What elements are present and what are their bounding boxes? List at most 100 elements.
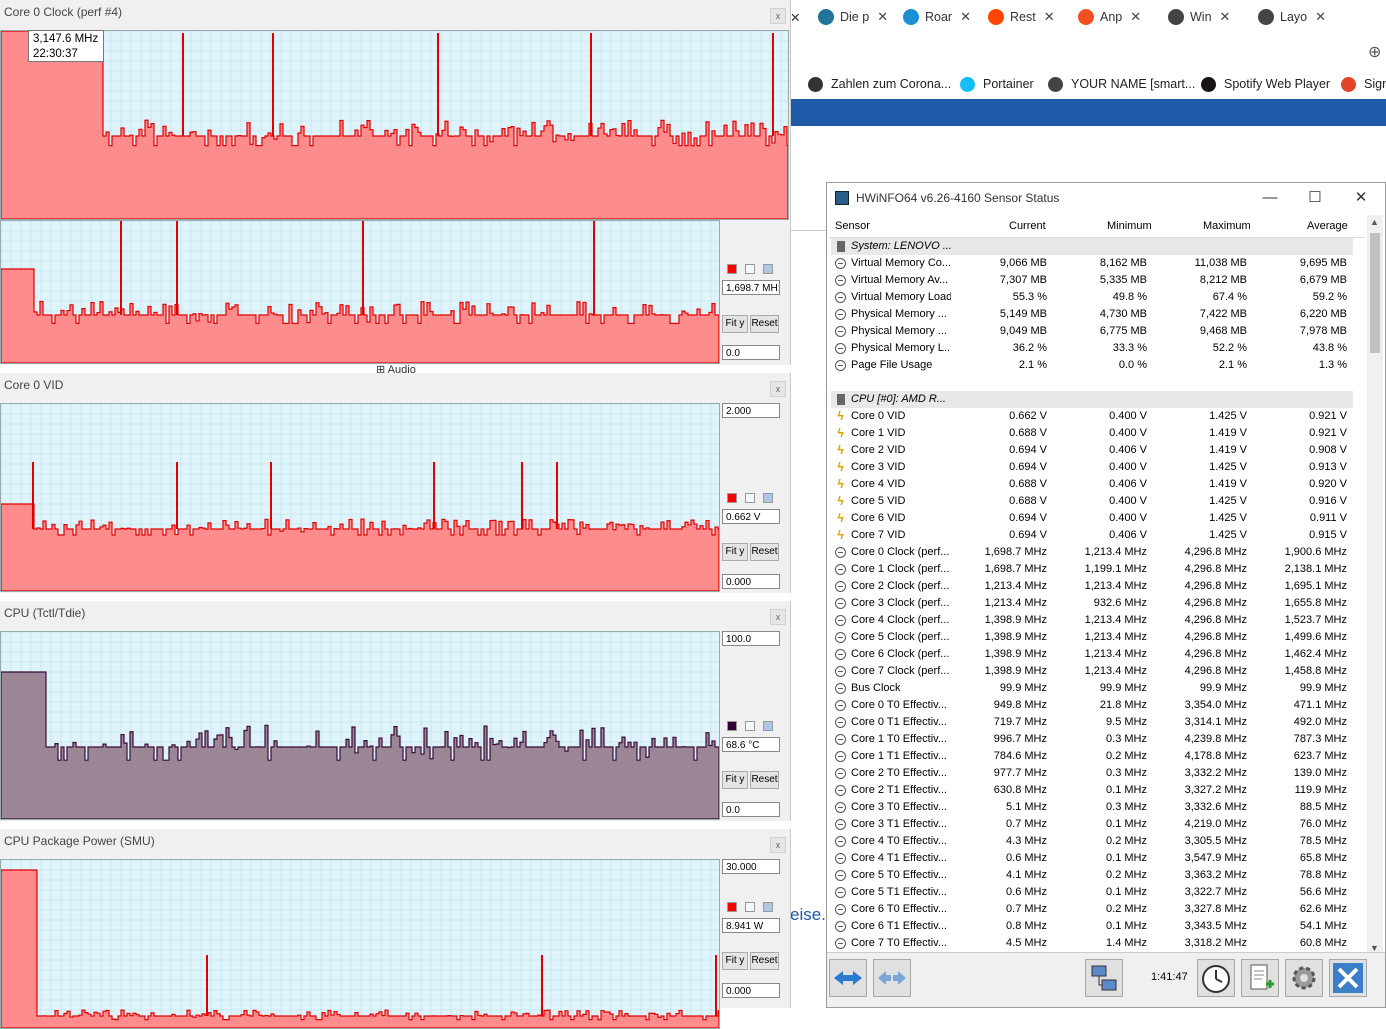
maximize-icon[interactable]: ☐ [1304, 187, 1326, 209]
fit-y-button[interactable]: Fit y [722, 771, 748, 789]
sensor-row[interactable]: Core 0 T0 Effectiv... 949.8 MHz 21.8 MHz 3,… [831, 697, 1353, 714]
tab-close-icon[interactable]: ✕ [960, 9, 971, 25]
graph-plot-area[interactable] [0, 631, 720, 820]
sensor-row[interactable]: Physical Memory L... 36.2 % 33.3 % 52.2 % 43… [831, 340, 1353, 357]
col-header-minimum[interactable]: Minimum [1107, 220, 1152, 232]
sensor-row[interactable]: ϟ Core 1 VID 0.688 V 0.400 V 1.419 V 0.921 V [831, 425, 1353, 442]
sensor-row[interactable]: Core 5 T1 Effectiv... 0.6 MHz 0.1 MHz 3,322… [831, 884, 1353, 901]
tab-close-icon[interactable]: ✕ [790, 4, 800, 30]
browser-tab[interactable]: Roar ✕ [903, 4, 971, 30]
min-value-field[interactable]: 0.000 [722, 574, 780, 589]
sensor-row[interactable]: Core 3 T0 Effectiv... 5.1 MHz 0.3 MHz 3,332… [831, 799, 1353, 816]
scrollbar-thumb[interactable] [1370, 233, 1380, 353]
sensor-row[interactable]: Core 6 Clock (perf... 1,398.9 MHz 1,213.4 … [831, 646, 1353, 663]
reset-button[interactable]: Reset [750, 543, 779, 561]
bookmark-item[interactable]: YOUR NAME [smart... [1048, 74, 1195, 94]
scroll-up-icon[interactable]: ▲ [1370, 217, 1379, 227]
sensor-row[interactable]: Core 0 T1 Effectiv... 719.7 MHz 9.5 MHz 3,3… [831, 714, 1353, 731]
sensor-row[interactable]: Core 2 T1 Effectiv... 630.8 MHz 0.1 MHz 3,3… [831, 782, 1353, 799]
sensor-row[interactable]: ϟ Core 6 VID 0.694 V 0.400 V 1.425 V 0.911 V [831, 510, 1353, 527]
sensor-group-row[interactable]: System: LENOVO ... [831, 238, 1353, 255]
tab-close-icon[interactable]: ✕ [1130, 9, 1141, 25]
series-color-swatch[interactable] [727, 721, 737, 731]
graph-plot-area[interactable] [0, 220, 720, 364]
settings-button[interactable] [1285, 959, 1323, 997]
sensor-row[interactable]: Virtual Memory Load 55.3 % 49.8 % 67.4 % 59.… [831, 289, 1353, 306]
series-color-swatch[interactable] [727, 264, 737, 274]
max-value-field[interactable]: 30.000 [722, 859, 780, 874]
sensor-row[interactable]: Core 4 T0 Effectiv... 4.3 MHz 0.2 MHz 3,305… [831, 833, 1353, 850]
sensor-row[interactable]: ϟ Core 4 VID 0.688 V 0.406 V 1.419 V 0.920 V [831, 476, 1353, 493]
series-color-swatch-3[interactable] [763, 902, 773, 912]
sensor-row[interactable]: Core 3 T1 Effectiv... 0.7 MHz 0.1 MHz 4,219… [831, 816, 1353, 833]
sensor-row[interactable]: Virtual Memory Co... 9,066 MB 8,162 MB 11,0… [831, 255, 1353, 272]
browser-tab[interactable]: Die p ✕ [818, 4, 888, 30]
browser-tab[interactable]: Layo ✕ [1258, 4, 1326, 30]
sensor-row[interactable]: Core 1 T1 Effectiv... 784.6 MHz 0.2 MHz 4,1… [831, 748, 1353, 765]
series-color-swatch-2[interactable] [745, 721, 755, 731]
navigate-arrows-button[interactable] [829, 959, 867, 997]
col-header-sensor[interactable]: Sensor [835, 220, 870, 232]
reset-button[interactable]: Reset [750, 771, 779, 789]
browser-tab[interactable]: Rest ✕ [988, 4, 1055, 30]
sensor-row[interactable]: ϟ Core 0 VID 0.662 V 0.400 V 1.425 V 0.921 V [831, 408, 1353, 425]
sensor-row[interactable]: ϟ Core 5 VID 0.688 V 0.400 V 1.425 V 0.916 V [831, 493, 1353, 510]
sensor-row[interactable]: Core 0 Clock (perf... 1,698.7 MHz 1,213.4 … [831, 544, 1353, 561]
graph-close-button[interactable]: x [770, 8, 786, 24]
sensor-row[interactable]: Core 1 Clock (perf... 1,698.7 MHz 1,199.1 … [831, 561, 1353, 578]
sensor-row[interactable]: Core 5 T0 Effectiv... 4.1 MHz 0.2 MHz 3,363… [831, 867, 1353, 884]
col-header-maximum[interactable]: Maximum [1203, 220, 1251, 232]
sensor-row[interactable]: Core 2 T0 Effectiv... 977.7 MHz 0.3 MHz 3,3… [831, 765, 1353, 782]
sensor-row[interactable]: ϟ Core 2 VID 0.694 V 0.406 V 1.419 V 0.908 V [831, 442, 1353, 459]
graph-plot-area[interactable] [0, 859, 720, 1029]
logging-button[interactable] [1241, 959, 1279, 997]
sensor-row[interactable]: ϟ Core 3 VID 0.694 V 0.400 V 1.425 V 0.913 V [831, 459, 1353, 476]
graph-plot-area[interactable] [0, 30, 789, 220]
graph-close-button[interactable]: x [770, 837, 786, 853]
sensor-row[interactable]: Physical Memory ... 5,149 MB 4,730 MB 7,422… [831, 306, 1353, 323]
graph-close-button[interactable]: x [770, 381, 786, 397]
series-color-swatch-2[interactable] [745, 493, 755, 503]
sensor-row[interactable]: Page File Usage 2.1 % 0.0 % 2.1 % 1.3 % [831, 357, 1353, 374]
series-color-swatch-2[interactable] [745, 264, 755, 274]
series-color-swatch[interactable] [727, 902, 737, 912]
col-header-average[interactable]: Average [1307, 220, 1348, 232]
sensor-row[interactable]: Core 2 Clock (perf... 1,213.4 MHz 1,213.4 … [831, 578, 1353, 595]
sensor-row[interactable]: Core 6 T0 Effectiv... 0.7 MHz 0.2 MHz 3,327… [831, 901, 1353, 918]
minimize-icon[interactable]: — [1259, 187, 1281, 209]
sensor-row[interactable]: Virtual Memory Av... 7,307 MB 5,335 MB 8,21… [831, 272, 1353, 289]
tab-close-icon[interactable]: ✕ [1044, 9, 1055, 25]
browser-tab[interactable]: Win ✕ [1168, 4, 1230, 30]
reset-button[interactable]: Reset [750, 315, 779, 333]
min-value-field[interactable]: 0.0 [722, 345, 780, 360]
reset-button[interactable]: Reset [750, 952, 779, 970]
tab-close-icon[interactable]: ✕ [877, 9, 888, 25]
bookmark-item[interactable]: Portainer [960, 74, 1034, 94]
col-header-current[interactable]: Current [1009, 220, 1046, 232]
sensor-row[interactable]: Core 4 Clock (perf... 1,398.9 MHz 1,213.4 … [831, 612, 1353, 629]
series-color-swatch-3[interactable] [763, 721, 773, 731]
sensor-group-row[interactable]: CPU [#0]: AMD R... [831, 391, 1353, 408]
close-icon[interactable]: ✕ [1350, 187, 1372, 209]
fit-y-button[interactable]: Fit y [722, 952, 748, 970]
sensor-row[interactable]: Core 4 T1 Effectiv... 0.6 MHz 0.1 MHz 3,547… [831, 850, 1353, 867]
bookmark-item[interactable]: Zahlen zum Corona... [808, 74, 951, 94]
bookmark-item[interactable]: Spotify Web Player [1201, 74, 1330, 94]
graph-plot-area[interactable] [0, 403, 720, 592]
sensor-row[interactable]: Core 7 Clock (perf... 1,398.9 MHz 1,213.4 … [831, 663, 1353, 680]
sensor-row[interactable]: ϟ Core 7 VID 0.694 V 0.406 V 1.425 V 0.915 V [831, 527, 1353, 544]
sensor-row[interactable]: Core 6 T1 Effectiv... 0.8 MHz 0.1 MHz 3,343… [831, 918, 1353, 935]
max-value-field[interactable]: 2.000 [722, 403, 780, 418]
series-color-swatch-3[interactable] [763, 493, 773, 503]
tab-close-icon[interactable]: ✕ [1220, 9, 1231, 25]
graph-close-button[interactable]: x [770, 609, 786, 625]
min-value-field[interactable]: 0.0 [722, 802, 780, 817]
sensor-row[interactable]: Core 3 Clock (perf... 1,213.4 MHz 932.6 MH… [831, 595, 1353, 612]
sensor-row[interactable]: Core 5 Clock (perf... 1,398.9 MHz 1,213.4 … [831, 629, 1353, 646]
series-color-swatch-3[interactable] [763, 264, 773, 274]
sensor-row[interactable]: Core 7 T0 Effectiv... 4.5 MHz 1.4 MHz 3,318… [831, 935, 1353, 952]
fit-y-button[interactable]: Fit y [722, 543, 748, 561]
max-value-field[interactable]: 100.0 [722, 631, 780, 646]
vertical-scrollbar[interactable]: ▲ ▼ [1367, 215, 1383, 955]
sensor-row[interactable]: Bus Clock 99.9 MHz 99.9 MHz 99.9 MHz 99.9 MH… [831, 680, 1353, 697]
